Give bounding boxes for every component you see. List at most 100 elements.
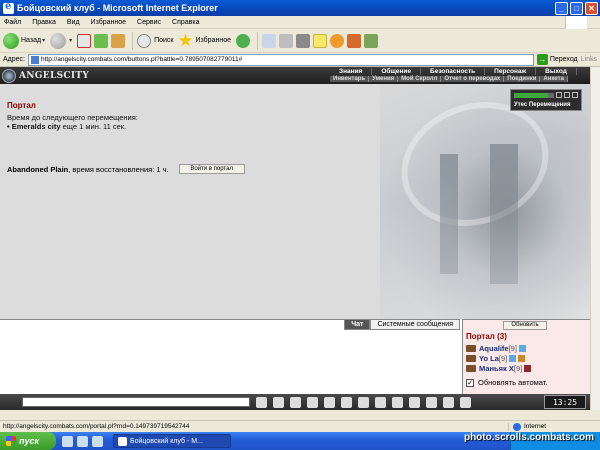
vertical-scrollbar[interactable] xyxy=(590,67,600,410)
game-bottom-bar: 13:25 xyxy=(0,394,590,410)
swords-icon xyxy=(518,354,526,362)
address-label: Адрес: xyxy=(3,56,25,63)
translate-icon[interactable] xyxy=(363,33,378,48)
nav-security[interactable]: Безопасность xyxy=(421,68,486,75)
info-icon[interactable] xyxy=(524,364,532,372)
refresh-button[interactable]: Обновить xyxy=(503,321,547,330)
nav-my-scroll[interactable]: Мой Скролл xyxy=(398,76,442,82)
taskbar-window-button[interactable]: Бойцовский клуб - М... xyxy=(113,434,231,448)
minimize-button[interactable]: _ xyxy=(555,1,568,15)
auto-refresh[interactable]: ✓ Обновлять автомат. xyxy=(466,378,547,387)
menu-help[interactable]: Справка xyxy=(172,19,199,26)
settings-icon[interactable] xyxy=(324,396,335,408)
market-icon[interactable] xyxy=(426,396,437,408)
status-icon[interactable] xyxy=(572,92,578,98)
user-name[interactable]: Маньяк Х xyxy=(479,364,514,373)
dropdown-arrow-icon: ▾ xyxy=(69,38,73,44)
tab-chat[interactable]: Чат xyxy=(344,320,371,330)
address-input[interactable]: http://angelscity.combats.com/buttons.pl… xyxy=(27,53,534,66)
messenger-icon[interactable] xyxy=(329,33,344,48)
back-button[interactable]: Назад ▾ xyxy=(3,32,45,49)
game-header: ANGELSCITY Знания Общение Безопасность П… xyxy=(0,67,590,84)
mail-icon[interactable] xyxy=(261,33,276,48)
info-icon[interactable] xyxy=(518,344,526,352)
quick-launch xyxy=(62,435,107,447)
plain-row: Abandoned Plain , время восстановления: … xyxy=(7,164,245,174)
research-icon[interactable] xyxy=(346,33,361,48)
send-icon[interactable] xyxy=(256,396,267,408)
location-label[interactable]: Утес Перемещения xyxy=(514,102,571,108)
refresh-icon[interactable] xyxy=(94,33,109,48)
menu-view[interactable]: Вид xyxy=(67,19,80,26)
chat-message-input[interactable] xyxy=(22,397,250,407)
notes-icon[interactable] xyxy=(312,33,327,48)
enter-portal-button[interactable]: Войти в портал xyxy=(178,164,245,174)
desktop-icon[interactable] xyxy=(77,435,88,447)
filter-icon[interactable] xyxy=(290,396,301,408)
menu-favorites[interactable]: Избранное xyxy=(91,19,126,26)
nav-skills[interactable]: Умения xyxy=(369,76,399,82)
info-icon[interactable] xyxy=(509,354,517,362)
nav-inventory[interactable]: Инвентарь xyxy=(330,76,370,82)
user-name[interactable]: Yo La xyxy=(479,354,499,363)
nav-transfer-report[interactable]: Отчет о переводах xyxy=(441,76,505,82)
list-item[interactable]: Aqualife [9] xyxy=(466,343,531,353)
plain-name: Abandoned Plain xyxy=(7,164,69,174)
toolbar-separator xyxy=(256,31,258,50)
game-main-panel: Утес Перемещения Портал Время до следующ… xyxy=(0,84,590,319)
window-titlebar: Бойцовский клуб - Microsoft Internet Exp… xyxy=(0,0,600,16)
back-label: Назад xyxy=(21,37,42,44)
help-icon[interactable] xyxy=(443,396,454,408)
plain-restore: , время восстановления: 1 ч. xyxy=(68,164,169,174)
print-icon[interactable] xyxy=(278,33,293,48)
friends-icon[interactable] xyxy=(375,396,386,408)
online-panel: Обновить Портал (3) Aqualife [9] Yo La [… xyxy=(462,319,590,394)
menu-edit[interactable]: Правка xyxy=(32,19,56,26)
nav-communication[interactable]: Общение xyxy=(372,68,422,75)
windows-logo-icon xyxy=(565,16,587,29)
close-button[interactable]: ✕ xyxy=(585,1,598,15)
smile-icon[interactable] xyxy=(273,396,284,408)
links-button[interactable]: Links xyxy=(581,56,597,63)
auto-refresh-label: Обновлять автомат. xyxy=(478,378,548,387)
nav-exit[interactable]: Выход xyxy=(536,68,577,75)
menu-file[interactable]: Файл xyxy=(4,19,21,26)
chat-area[interactable]: Чат Системные сообщения xyxy=(0,319,460,394)
menu-tools[interactable]: Сервис xyxy=(137,19,161,26)
browser-icon[interactable] xyxy=(62,435,73,447)
list-item[interactable]: Yo La [9] xyxy=(466,353,531,363)
list-item[interactable]: Маньяк Х [9] xyxy=(466,363,532,373)
map-icon[interactable] xyxy=(392,396,403,408)
home-icon[interactable] xyxy=(111,33,126,48)
translit-icon[interactable] xyxy=(358,396,369,408)
user-name[interactable]: Aqualife xyxy=(479,344,509,353)
media-icon[interactable] xyxy=(92,435,103,447)
portal-info: Портал Время до следующего перемещения: … xyxy=(7,101,138,131)
auto-refresh-checkbox[interactable]: ✓ xyxy=(466,378,474,387)
nav-knowledge[interactable]: Знания xyxy=(330,68,373,75)
start-button[interactable]: пуск xyxy=(0,432,56,450)
user-level: [9] xyxy=(513,363,523,373)
search-label: Поиск xyxy=(154,37,174,44)
forum-icon[interactable] xyxy=(460,396,471,408)
forward-button[interactable]: ▾ xyxy=(50,32,73,49)
maximize-button[interactable]: □ xyxy=(570,1,583,15)
favorites-button[interactable]: Избранное xyxy=(178,33,231,48)
nav-battles[interactable]: Поединки xyxy=(504,76,541,82)
mail-icon[interactable] xyxy=(409,396,420,408)
nav-character[interactable]: Персонаж xyxy=(485,68,537,75)
status-icon[interactable] xyxy=(556,92,562,98)
sound-icon[interactable] xyxy=(341,396,352,408)
address-bar: Адрес: http://angelscity.combats.com/but… xyxy=(0,53,600,67)
edit-icon[interactable] xyxy=(295,33,310,48)
clear-icon[interactable] xyxy=(307,396,318,408)
tab-system-messages[interactable]: Системные сообщения xyxy=(370,320,460,330)
nav-profile[interactable]: Анкета xyxy=(540,76,568,82)
search-button[interactable]: Поиск xyxy=(137,33,174,48)
status-icon[interactable] xyxy=(564,92,570,98)
stop-icon[interactable] xyxy=(77,33,92,48)
go-button[interactable]: → Переход xyxy=(536,54,578,65)
destination-name: Emeralds city xyxy=(11,122,61,131)
start-label: пуск xyxy=(19,436,40,446)
history-icon[interactable] xyxy=(235,33,250,48)
